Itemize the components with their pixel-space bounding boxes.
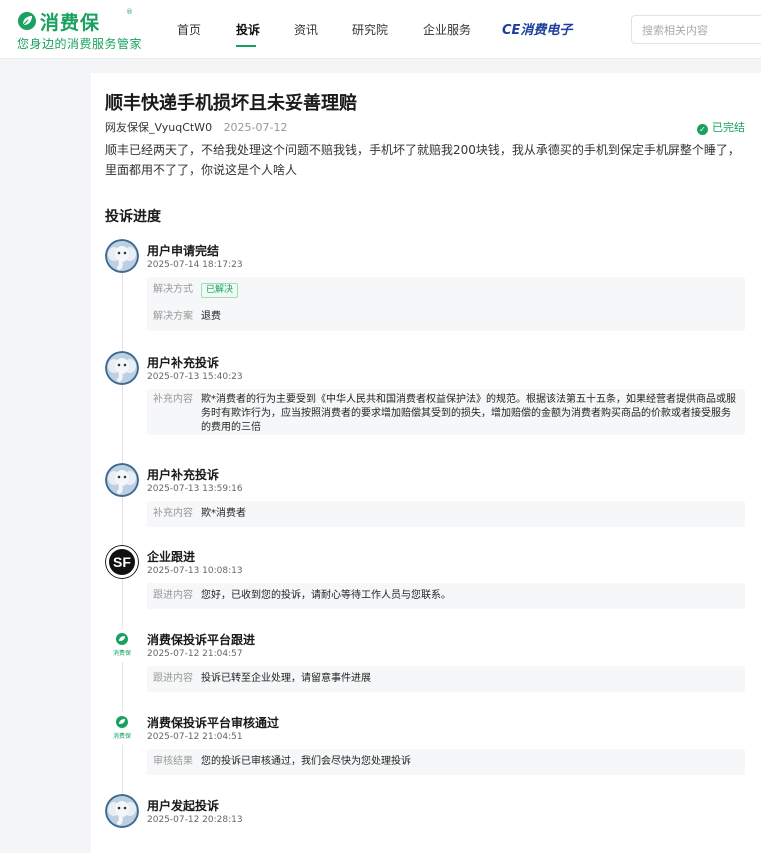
search-box[interactable] [631,15,761,44]
detail-tag-wrap: 已解决 [201,283,739,298]
detail-value: 欺*消费者 [201,508,246,519]
site-logo[interactable]: 消费保 ® 您身边的消费服务管家 [14,8,154,54]
entry-title: 消费保投诉平台审核通过 [147,716,280,730]
sf-logo-text: SF [113,554,131,570]
elephant-avatar [105,463,139,497]
status-badge: ✓ 已完结 [697,119,745,135]
detail-label: 解决方案 [153,311,193,322]
entry-time: 2025-07-12 21:04:51 [147,732,243,742]
entry-time: 2025-07-14 18:17:23 [147,260,243,270]
entry-title: 用户补充投诉 [147,468,220,482]
complaint-title: 顺丰快递手机损坏且未妥善理赔 [105,93,357,114]
nav-enterprise[interactable]: 企业服务 [423,21,471,38]
entry-title: 用户申请完结 [147,244,220,258]
complaint-meta: 网友保保_VyuqCtW0 2025-07-12 [105,119,288,135]
progress-section-title: 投诉进度 [105,209,161,225]
entry-detail-box: 补充内容 欺*消费者的行为主要受到《中华人民共和国消费者权益保护法》的规范。根据该… [147,389,745,435]
entry-time: 2025-07-12 20:28:13 [147,815,243,825]
detail-label: 审核结果 [153,756,193,767]
detail-row: 补充内容 欺*消费者 [147,501,745,527]
detail-value: 您的投诉已审核通过，我们会尽快为您处理投诉 [201,756,411,767]
platform-logo-avatar: 消费保 [105,628,139,662]
svg-text:消费保: 消费保 [113,732,131,740]
detail-label: 解决方式 [153,284,193,295]
complaint-date: 2025-07-12 [223,121,288,134]
nav-consumer-electronics[interactable]: CE消费电子 [502,19,572,38]
svg-text:消费保: 消费保 [113,649,131,657]
logo-registered-mark: ® [126,8,133,16]
complaint-card: 顺丰快递手机损坏且未妥善理赔 网友保保_VyuqCtW0 2025-07-12 … [91,73,761,853]
complaint-user[interactable]: 网友保保_VyuqCtW0 [105,121,212,134]
entry-title: 企业跟进 [147,550,196,564]
detail-row: 跟进内容 投诉已转至企业处理，请留意事件进展 [147,666,745,692]
nav-home[interactable]: 首页 [177,21,201,38]
nav-active-indicator [236,45,256,47]
detail-label: 补充内容 [153,394,193,405]
entry-detail-box: 跟进内容 您好，已收到您的投诉，请耐心等待工作人员与您联系。 [147,583,745,609]
entry-time: 2025-07-13 15:40:23 [147,372,243,382]
detail-label: 补充内容 [153,508,193,519]
detail-row: 补充内容 欺*消费者的行为主要受到《中华人民共和国消费者权益保护法》的规范。根据该… [147,389,745,435]
entry-time: 2025-07-13 10:08:13 [147,566,243,576]
entry-title: 用户补充投诉 [147,356,220,370]
entry-detail-box: 跟进内容 投诉已转至企业处理，请留意事件进展 [147,666,745,692]
detail-value: 欺*消费者的行为主要受到《中华人民共和国消费者权益保护法》的规范。根据该法第五十… [201,394,736,433]
check-circle-icon: ✓ [697,124,708,135]
detail-label: 跟进内容 [153,673,193,684]
detail-row: 解决方式 已解决 [147,277,745,303]
entry-detail-box: 解决方式 已解决 解决方案 退费 [147,277,745,331]
detail-value: 您好，已收到您的投诉，请耐心等待工作人员与您联系。 [201,590,451,601]
detail-value: 退费 [201,311,221,322]
status-label: 已完结 [712,121,745,134]
entry-detail-box: 补充内容 欺*消费者 [147,501,745,527]
search-input[interactable] [642,22,760,38]
nav-news[interactable]: 资讯 [294,21,318,38]
entry-time: 2025-07-13 13:59:16 [147,484,243,494]
site-header: 消费保 ® 您身边的消费服务管家 首页 投诉 资讯 研究院 企业服务 CE消费电… [0,0,761,59]
detail-row: 跟进内容 您好，已收到您的投诉，请耐心等待工作人员与您联系。 [147,583,745,609]
platform-logo-avatar: 消费保 [105,711,139,745]
leaf-logo-icon [18,12,36,30]
entry-time: 2025-07-12 21:04:57 [147,649,243,659]
elephant-avatar [105,351,139,385]
entry-title: 消费保投诉平台跟进 [147,633,256,647]
complaint-description: 顺丰已经两天了，不给我处理这个问题不赔我钱，手机坏了就赔我200块钱，我从承德买… [105,143,740,177]
detail-row: 审核结果 您的投诉已审核通过，我们会尽快为您处理投诉 [147,749,745,775]
detail-row: 解决方案 退费 [147,303,745,331]
detail-label: 跟进内容 [153,590,193,601]
entry-title: 用户发起投诉 [147,799,220,813]
logo-name: 消费保 [40,12,101,34]
nav-complaints[interactable]: 投诉 [236,21,260,38]
resolved-tag: 已解决 [201,283,239,298]
logo-slogan: 您身边的消费服务管家 [17,37,143,51]
detail-value: 投诉已转至企业处理，请留意事件进展 [201,673,371,684]
nav-research[interactable]: 研究院 [352,21,388,38]
sf-logo-avatar: SF [105,545,139,579]
elephant-avatar [105,239,139,273]
entry-detail-box: 审核结果 您的投诉已审核通过，我们会尽快为您处理投诉 [147,749,745,775]
elephant-avatar [105,794,139,828]
